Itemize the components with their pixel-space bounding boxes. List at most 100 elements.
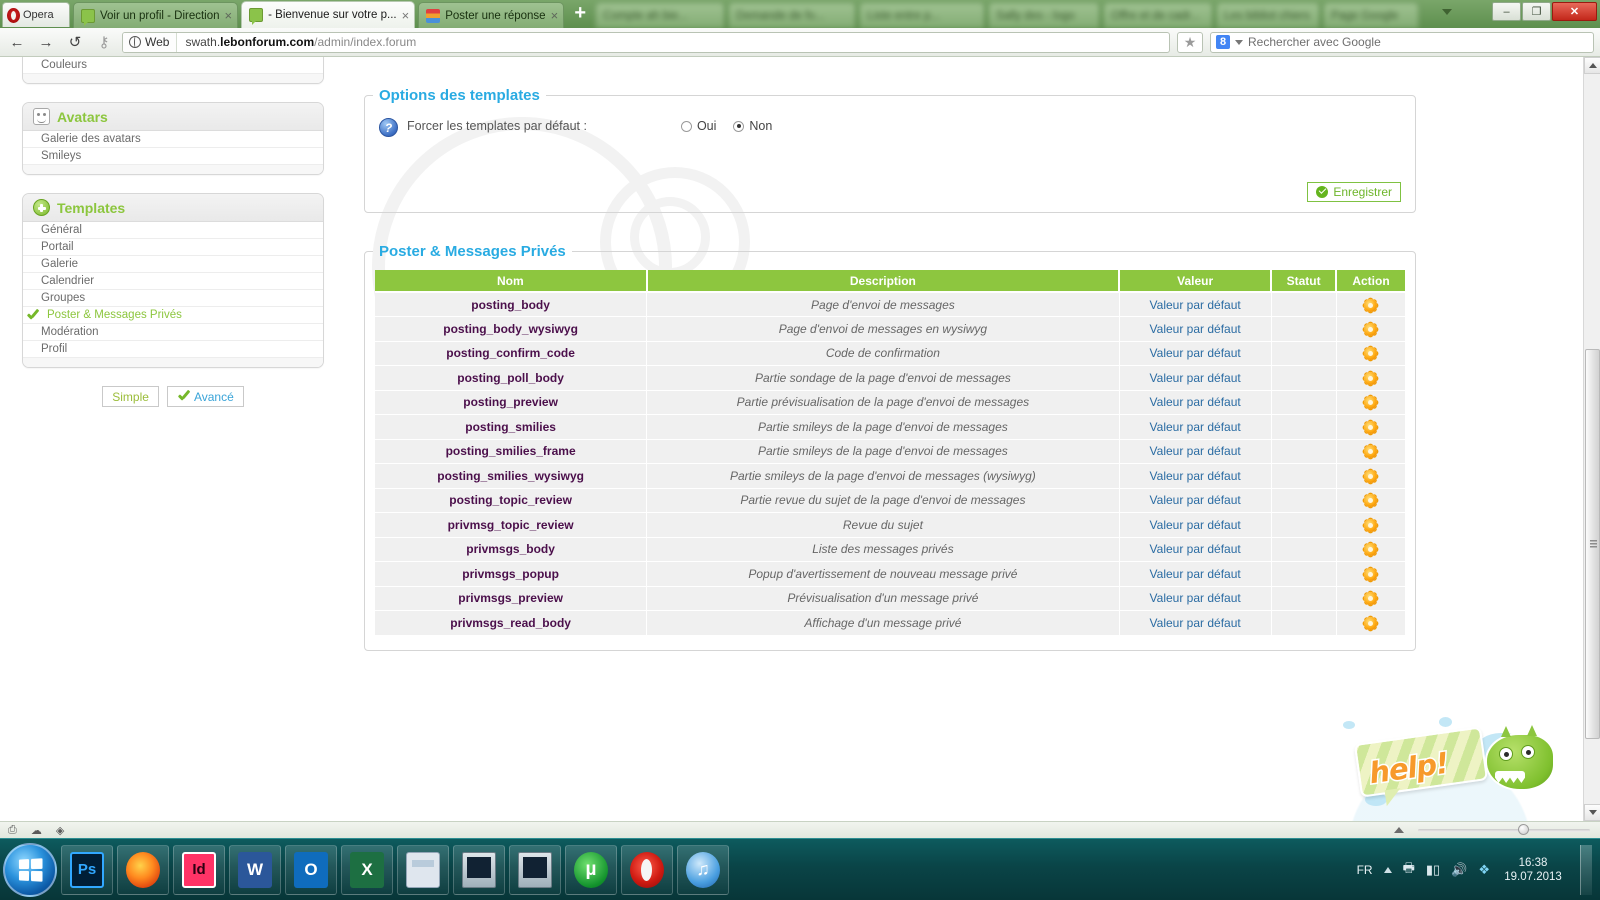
radio-button-icon-selected[interactable] — [733, 120, 745, 132]
simple-mode-button[interactable]: Simple — [102, 386, 159, 407]
cell-action[interactable] — [1336, 390, 1405, 415]
web-badge[interactable]: Web — [123, 32, 178, 52]
cell-action[interactable] — [1336, 537, 1405, 562]
cell-valeur[interactable]: Valeur par défaut — [1119, 610, 1272, 636]
advanced-mode-button[interactable]: Avancé — [166, 386, 244, 407]
printer-icon[interactable]: 🖶 — [1403, 859, 1415, 881]
show-desktop-button[interactable] — [1580, 844, 1592, 895]
droplet-icon[interactable]: ◈ — [56, 824, 64, 837]
dropbox-icon[interactable]: ❖ — [1478, 862, 1490, 878]
cell-valeur[interactable]: Valeur par défaut — [1119, 365, 1272, 391]
cell-valeur[interactable]: Valeur par défaut — [1119, 390, 1272, 415]
browser-tab-4[interactable]: Compte ah bie... — [595, 2, 726, 28]
volume-icon[interactable]: 🔊 — [1451, 862, 1467, 878]
taskbar-item-firefox[interactable] — [117, 844, 169, 895]
gear-icon[interactable] — [1364, 322, 1378, 336]
browser-tab-10[interactable]: Page Google — [1323, 2, 1420, 28]
sidebar-item-profil[interactable]: Profil — [23, 341, 323, 358]
browser-tab-9[interactable]: Les bibliot chiers — [1216, 2, 1321, 28]
cell-action[interactable] — [1336, 488, 1405, 513]
help-icon[interactable]: ? — [379, 118, 398, 137]
taskbar-item-monitor-app-2[interactable] — [509, 844, 561, 895]
sidebar-item-general[interactable]: Général — [23, 222, 323, 239]
scroll-up-button[interactable] — [1584, 57, 1600, 74]
cell-action[interactable] — [1336, 292, 1405, 317]
cell-valeur[interactable]: Valeur par défaut — [1119, 439, 1272, 464]
cell-valeur[interactable]: Valeur par défaut — [1119, 512, 1272, 538]
cell-action[interactable] — [1336, 414, 1405, 440]
help-mascot-graphic[interactable]: help! — [1343, 715, 1561, 807]
network-icon[interactable]: ▮▯ — [1426, 862, 1440, 878]
browser-tab-3[interactable]: Poster une réponse × — [418, 2, 565, 28]
zoom-knob[interactable] — [1517, 824, 1529, 835]
gear-icon[interactable] — [1364, 616, 1378, 630]
taskbar-item-utorrent[interactable]: µ — [565, 844, 617, 895]
reload-icon[interactable]: ↺ — [64, 31, 86, 53]
page-scrollbar[interactable] — [1583, 57, 1600, 821]
zoom-slider[interactable] — [1418, 824, 1590, 835]
browser-tab-2-active[interactable]: - Bienvenue sur votre p... × — [241, 1, 416, 28]
gear-icon[interactable] — [1364, 469, 1378, 483]
taskbar-item-itunes[interactable]: ♫ — [677, 844, 729, 895]
scrollbar-thumb[interactable] — [1585, 349, 1600, 739]
cell-action[interactable] — [1336, 586, 1405, 611]
cell-action[interactable] — [1336, 316, 1405, 342]
browser-tab-8[interactable]: Offre et de cadr... — [1103, 2, 1214, 28]
taskbar-item-photoshop[interactable]: Ps — [61, 844, 113, 895]
gear-icon[interactable] — [1364, 592, 1378, 606]
taskbar-item-calculator[interactable] — [397, 844, 449, 895]
sidebar-item-portail[interactable]: Portail — [23, 239, 323, 256]
gear-icon[interactable] — [1364, 420, 1378, 434]
gear-icon[interactable] — [1364, 371, 1378, 385]
cell-valeur[interactable]: Valeur par défaut — [1119, 341, 1272, 366]
close-window-button[interactable]: ✕ — [1552, 2, 1597, 21]
close-icon[interactable]: × — [551, 8, 559, 23]
search-input[interactable]: 8 Rechercher avec Google — [1210, 31, 1594, 53]
column-header-valeur[interactable]: Valeur — [1119, 270, 1273, 293]
cell-valeur[interactable]: Valeur par défaut — [1119, 561, 1272, 587]
gear-icon[interactable] — [1364, 567, 1378, 581]
gear-icon[interactable] — [1364, 347, 1378, 361]
language-indicator[interactable]: FR — [1357, 863, 1373, 877]
sidebar-item-galerie[interactable]: Galerie — [23, 256, 323, 273]
restore-button[interactable]: ❐ — [1522, 2, 1551, 21]
taskbar-item-opera[interactable] — [621, 844, 673, 895]
cell-valeur[interactable]: Valeur par défaut — [1119, 316, 1272, 342]
sidebar-item-calendrier[interactable]: Calendrier — [23, 273, 323, 290]
new-tab-button[interactable]: + — [568, 3, 592, 27]
column-header-description[interactable]: Description — [646, 270, 1121, 293]
cell-action[interactable] — [1336, 341, 1405, 366]
opera-menu-button[interactable]: Opera — [2, 2, 70, 27]
forward-icon[interactable]: → — [35, 31, 57, 53]
cell-valeur[interactable]: Valeur par défaut — [1119, 414, 1272, 440]
cell-action[interactable] — [1336, 561, 1405, 587]
gear-icon[interactable] — [1364, 396, 1378, 410]
address-bar[interactable]: Web swath.lebonforum.com/admin/index.for… — [122, 31, 1170, 53]
taskbar-item-excel[interactable]: X — [341, 844, 393, 895]
close-icon[interactable]: × — [225, 8, 233, 23]
radio-option-oui[interactable]: Oui — [680, 119, 716, 133]
radio-option-non[interactable]: Non — [733, 119, 772, 133]
cell-valeur[interactable]: Valeur par défaut — [1119, 488, 1272, 513]
key-icon[interactable]: ⚷ — [93, 31, 115, 53]
taskbar-item-indesign[interactable]: Id — [173, 844, 225, 895]
column-header-statut[interactable]: Statut — [1271, 270, 1338, 293]
cell-action[interactable] — [1336, 610, 1405, 636]
save-button[interactable]: Enregistrer — [1307, 182, 1401, 202]
cell-action[interactable] — [1336, 463, 1405, 489]
chevron-down-icon[interactable] — [1235, 39, 1243, 45]
browser-tab-5[interactable]: Demande de fo... — [728, 2, 857, 28]
cell-valeur[interactable]: Valeur par défaut — [1119, 586, 1272, 611]
browser-tab-6[interactable]: Liste entre p... — [859, 2, 986, 28]
radio-button-icon[interactable] — [680, 120, 692, 132]
gear-icon[interactable] — [1364, 543, 1378, 557]
browser-tab-7[interactable]: Sally des - logo — [988, 2, 1101, 28]
sidebar-item-galerie-des-avatars[interactable]: Galerie des avatars — [23, 131, 323, 148]
sidebar-item-groupes[interactable]: Groupes — [23, 290, 323, 307]
cell-action[interactable] — [1336, 365, 1405, 391]
gear-icon[interactable] — [1364, 298, 1378, 312]
chevron-down-icon[interactable] — [1442, 9, 1452, 15]
cell-valeur[interactable]: Valeur par défaut — [1119, 463, 1272, 489]
gear-icon[interactable] — [1364, 445, 1378, 459]
cell-valeur[interactable]: Valeur par défaut — [1119, 292, 1272, 317]
